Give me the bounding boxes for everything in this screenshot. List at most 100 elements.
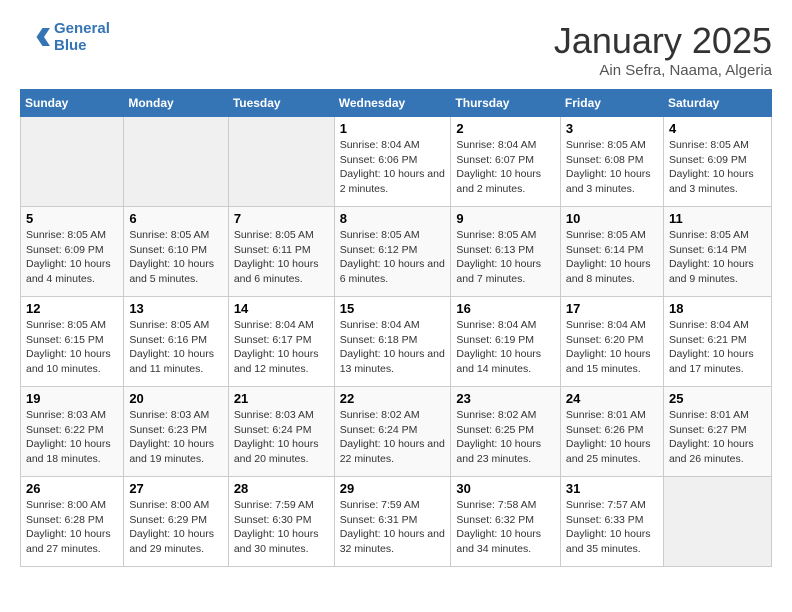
- day-number: 29: [340, 481, 446, 496]
- title-block: January 2025 Ain Sefra, Naama, Algeria: [554, 20, 772, 79]
- day-number: 31: [566, 481, 658, 496]
- day-info: Sunrise: 8:01 AMSunset: 6:26 PMDaylight:…: [566, 408, 658, 467]
- calendar-cell: 30Sunrise: 7:58 AMSunset: 6:32 PMDayligh…: [451, 477, 561, 567]
- calendar-cell: 18Sunrise: 8:04 AMSunset: 6:21 PMDayligh…: [663, 297, 771, 387]
- calendar-table: SundayMondayTuesdayWednesdayThursdayFrid…: [20, 89, 772, 567]
- calendar-cell: 7 Sunrise: 8:05 AMSunset: 6:11 PMDaylight…: [228, 207, 334, 297]
- calendar-cell: 16 Sunrise: 8:04 AMSunset: 6:19 PMDayligh…: [451, 297, 561, 387]
- day-info: Sunrise: 8:05 AMSunset: 6:10 PMDaylight:…: [129, 228, 222, 287]
- day-info: Sunrise: 8:03 AMSunset: 6:22 PMDaylight:…: [26, 408, 118, 467]
- day-number: 27: [129, 481, 222, 496]
- calendar-cell: 21Sunrise: 8:03 AMSunset: 6:24 PMDayligh…: [228, 387, 334, 477]
- day-info: Sunrise: 8:05 AMSunset: 6:14 PMDaylight:…: [566, 228, 658, 287]
- day-info: Sunrise: 8:01 AMSunset: 6:27 PMDaylight:…: [669, 408, 766, 467]
- weekday-header-tuesday: Tuesday: [228, 90, 334, 117]
- day-info: Sunrise: 8:05 AMSunset: 6:12 PMDaylight:…: [340, 228, 446, 287]
- day-number: 10: [566, 211, 658, 226]
- day-info: Sunrise: 8:04 AMSunset: 6:18 PMDaylight:…: [340, 318, 446, 377]
- calendar-cell: 9Sunrise: 8:05 AMSunset: 6:13 PMDaylight…: [451, 207, 561, 297]
- day-number: 1: [340, 121, 446, 136]
- calendar-cell: 3 Sunrise: 8:05 AMSunset: 6:08 PMDaylight…: [560, 117, 663, 207]
- day-number: 21: [234, 391, 329, 406]
- calendar-cell: [21, 117, 124, 207]
- calendar-week-row: 5 Sunrise: 8:05 AMSunset: 6:09 PMDaylight…: [21, 207, 772, 297]
- day-info: Sunrise: 8:02 AMSunset: 6:25 PMDaylight:…: [456, 408, 555, 467]
- calendar-week-row: 19 Sunrise: 8:03 AMSunset: 6:22 PMDayligh…: [21, 387, 772, 477]
- calendar-cell: 17 Sunrise: 8:04 AMSunset: 6:20 PMDayligh…: [560, 297, 663, 387]
- location: Ain Sefra, Naama, Algeria: [554, 62, 772, 79]
- page-header: General Blue January 2025 Ain Sefra, Naa…: [20, 20, 772, 79]
- day-info: Sunrise: 8:05 AMSunset: 6:08 PMDaylight:…: [566, 138, 658, 197]
- day-number: 28: [234, 481, 329, 496]
- day-number: 30: [456, 481, 555, 496]
- day-number: 26: [26, 481, 118, 496]
- day-info: Sunrise: 8:04 AMSunset: 6:20 PMDaylight:…: [566, 318, 658, 377]
- day-number: 7: [234, 211, 329, 226]
- calendar-week-row: 12Sunrise: 8:05 AMSunset: 6:15 PMDayligh…: [21, 297, 772, 387]
- day-info: Sunrise: 7:57 AMSunset: 6:33 PMDaylight:…: [566, 498, 658, 557]
- calendar-cell: 29 Sunrise: 7:59 AMSunset: 6:31 PMDayligh…: [334, 477, 451, 567]
- calendar-cell: 20 Sunrise: 8:03 AMSunset: 6:23 PMDayligh…: [124, 387, 228, 477]
- calendar-cell: 26 Sunrise: 8:00 AMSunset: 6:28 PMDayligh…: [21, 477, 124, 567]
- day-number: 20: [129, 391, 222, 406]
- calendar-week-row: 26 Sunrise: 8:00 AMSunset: 6:28 PMDayligh…: [21, 477, 772, 567]
- day-number: 22: [340, 391, 446, 406]
- day-info: Sunrise: 8:05 AMSunset: 6:09 PMDaylight:…: [669, 138, 766, 197]
- calendar-cell: 8Sunrise: 8:05 AMSunset: 6:12 PMDaylight…: [334, 207, 451, 297]
- calendar-cell: 15 Sunrise: 8:04 AMSunset: 6:18 PMDayligh…: [334, 297, 451, 387]
- calendar-cell: 13 Sunrise: 8:05 AMSunset: 6:16 PMDayligh…: [124, 297, 228, 387]
- day-number: 24: [566, 391, 658, 406]
- calendar-header-row: SundayMondayTuesdayWednesdayThursdayFrid…: [21, 90, 772, 117]
- weekday-header-monday: Monday: [124, 90, 228, 117]
- calendar-cell: 25 Sunrise: 8:01 AMSunset: 6:27 PMDayligh…: [663, 387, 771, 477]
- day-number: 9: [456, 211, 555, 226]
- calendar-cell: 14 Sunrise: 8:04 AMSunset: 6:17 PMDayligh…: [228, 297, 334, 387]
- calendar-cell: 23 Sunrise: 8:02 AMSunset: 6:25 PMDayligh…: [451, 387, 561, 477]
- weekday-header-friday: Friday: [560, 90, 663, 117]
- day-number: 25: [669, 391, 766, 406]
- day-number: 4: [669, 121, 766, 136]
- day-number: 15: [340, 301, 446, 316]
- day-info: Sunrise: 8:05 AMSunset: 6:14 PMDaylight:…: [669, 228, 766, 287]
- day-info: Sunrise: 8:05 AMSunset: 6:11 PMDaylight:…: [234, 228, 329, 287]
- calendar-cell: 22 Sunrise: 8:02 AMSunset: 6:24 PMDayligh…: [334, 387, 451, 477]
- day-number: 5: [26, 211, 118, 226]
- calendar-cell: 6 Sunrise: 8:05 AMSunset: 6:10 PMDaylight…: [124, 207, 228, 297]
- day-info: Sunrise: 8:05 AMSunset: 6:15 PMDaylight:…: [26, 318, 118, 377]
- calendar-cell: 10 Sunrise: 8:05 AMSunset: 6:14 PMDayligh…: [560, 207, 663, 297]
- calendar-cell: 1 Sunrise: 8:04 AMSunset: 6:06 PMDaylight…: [334, 117, 451, 207]
- day-info: Sunrise: 8:05 AMSunset: 6:16 PMDaylight:…: [129, 318, 222, 377]
- logo-text: General Blue: [54, 20, 110, 54]
- calendar-cell: 27 Sunrise: 8:00 AMSunset: 6:29 PMDayligh…: [124, 477, 228, 567]
- day-number: 3: [566, 121, 658, 136]
- day-info: Sunrise: 8:03 AMSunset: 6:23 PMDaylight:…: [129, 408, 222, 467]
- day-number: 14: [234, 301, 329, 316]
- calendar-cell: 5 Sunrise: 8:05 AMSunset: 6:09 PMDaylight…: [21, 207, 124, 297]
- calendar-week-row: 1 Sunrise: 8:04 AMSunset: 6:06 PMDaylight…: [21, 117, 772, 207]
- day-number: 18: [669, 301, 766, 316]
- calendar-cell: [663, 477, 771, 567]
- day-number: 19: [26, 391, 118, 406]
- day-info: Sunrise: 7:59 AMSunset: 6:31 PMDaylight:…: [340, 498, 446, 557]
- day-info: Sunrise: 8:04 AMSunset: 6:06 PMDaylight:…: [340, 138, 446, 197]
- logo-icon: [20, 22, 50, 52]
- weekday-header-thursday: Thursday: [451, 90, 561, 117]
- day-info: Sunrise: 8:05 AMSunset: 6:09 PMDaylight:…: [26, 228, 118, 287]
- day-number: 11: [669, 211, 766, 226]
- day-info: Sunrise: 8:04 AMSunset: 6:07 PMDaylight:…: [456, 138, 555, 197]
- day-number: 6: [129, 211, 222, 226]
- day-number: 16: [456, 301, 555, 316]
- day-number: 13: [129, 301, 222, 316]
- day-info: Sunrise: 8:00 AMSunset: 6:29 PMDaylight:…: [129, 498, 222, 557]
- day-info: Sunrise: 8:04 AMSunset: 6:17 PMDaylight:…: [234, 318, 329, 377]
- calendar-cell: 11 Sunrise: 8:05 AMSunset: 6:14 PMDayligh…: [663, 207, 771, 297]
- weekday-header-sunday: Sunday: [21, 90, 124, 117]
- day-number: 17: [566, 301, 658, 316]
- day-info: Sunrise: 8:04 AMSunset: 6:19 PMDaylight:…: [456, 318, 555, 377]
- day-info: Sunrise: 8:02 AMSunset: 6:24 PMDaylight:…: [340, 408, 446, 467]
- day-number: 23: [456, 391, 555, 406]
- day-info: Sunrise: 8:00 AMSunset: 6:28 PMDaylight:…: [26, 498, 118, 557]
- calendar-cell: 28Sunrise: 7:59 AMSunset: 6:30 PMDayligh…: [228, 477, 334, 567]
- calendar-cell: 19 Sunrise: 8:03 AMSunset: 6:22 PMDayligh…: [21, 387, 124, 477]
- calendar-cell: 31 Sunrise: 7:57 AMSunset: 6:33 PMDayligh…: [560, 477, 663, 567]
